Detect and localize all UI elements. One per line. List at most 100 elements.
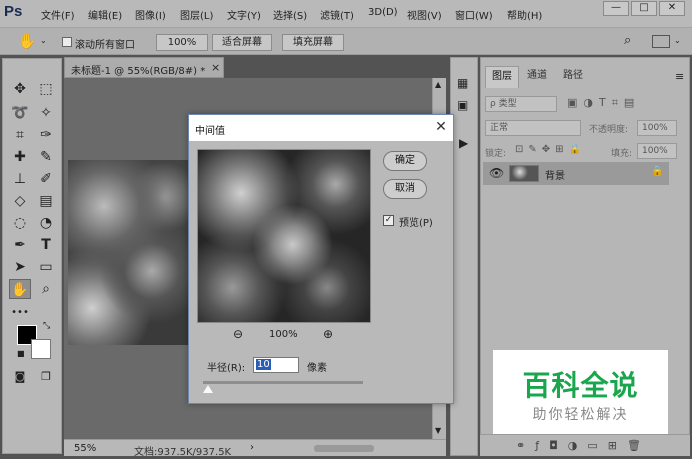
layer-name: 背景 <box>545 171 565 182</box>
close-window-button[interactable]: ✕ <box>659 1 685 16</box>
background-color-swatch[interactable] <box>31 339 51 359</box>
menu-help[interactable]: 帮助(H) <box>507 7 542 22</box>
dialog-titlebar: 中间值 ✕ <box>189 115 453 141</box>
menu-view[interactable]: 视图(V) <box>407 7 442 22</box>
blend-mode-select[interactable]: 正常 <box>485 120 581 136</box>
default-colors-icon[interactable]: ■ <box>17 349 25 358</box>
swap-colors-icon[interactable]: ⤡ <box>43 321 50 331</box>
scroll-all-windows-checkbox[interactable] <box>62 37 72 47</box>
layer-filter-select[interactable]: ρ 类型 <box>485 96 557 112</box>
screen-mode-icon[interactable]: ❐ <box>35 367 57 387</box>
zoom-tool-icon[interactable]: ⌕ <box>35 279 57 299</box>
menu-type[interactable]: 文字(Y) <box>227 7 261 22</box>
canvas-image[interactable] <box>68 160 188 345</box>
zoom-100-button[interactable]: 100% <box>156 34 208 51</box>
histogram-icon[interactable]: ▦ <box>457 76 468 90</box>
preview-zoom-level: 100% <box>269 329 298 340</box>
tab-paths[interactable]: 路径 <box>557 66 589 88</box>
menu-3d[interactable]: 3D(D) <box>368 7 398 18</box>
preview-label: 预览(P) <box>399 218 433 229</box>
ok-button[interactable]: 确定 <box>383 151 427 171</box>
tab-layers[interactable]: 图层 <box>485 66 519 88</box>
brush-tool-icon[interactable]: ✎ <box>35 147 57 167</box>
stamp-tool-icon[interactable]: ⊥ <box>9 169 31 189</box>
menu-select[interactable]: 选择(S) <box>273 7 307 22</box>
doc-size-info: 文档:937.5K/937.5K <box>134 447 232 458</box>
workspace-chevron-icon[interactable]: ⌄ <box>674 36 681 45</box>
preview-checkbox[interactable]: ✓ <box>383 215 394 226</box>
dialog-close-icon[interactable]: ✕ <box>432 118 450 136</box>
radius-input[interactable]: 10 <box>253 357 299 373</box>
layers-panel-footer: ⚭ƒ◘◑▭⊞🗑 <box>480 434 690 456</box>
fill-field[interactable]: 100% <box>637 143 677 159</box>
cancel-button[interactable]: 取消 <box>383 179 427 199</box>
gradient-tool-icon[interactable]: ▤ <box>35 191 57 211</box>
zoom-readout[interactable]: 55% <box>74 443 96 454</box>
fill-screen-button[interactable]: 填充屏幕 <box>282 34 344 51</box>
filter-icons-row[interactable]: ▣◑T⌗▤ <box>567 96 640 110</box>
dialog-title: 中间值 <box>195 126 225 137</box>
document-tab[interactable]: 未标题-1 @ 55%(RGB/8#) * × <box>64 57 224 78</box>
hand-tool-icon[interactable]: ✋ <box>18 32 37 50</box>
horizontal-scrollbar-thumb[interactable] <box>314 445 374 452</box>
blur-tool-icon[interactable]: ◌ <box>9 213 31 233</box>
hand-tool-active-icon[interactable]: ✋ <box>9 279 31 299</box>
crop-tool-icon[interactable]: ⌗ <box>9 125 31 145</box>
path-selection-icon[interactable]: ➤ <box>9 257 31 277</box>
layer-action-icons[interactable]: ⚭ƒ◘◑▭⊞🗑 <box>516 439 651 452</box>
status-arrow-icon[interactable]: › <box>250 442 254 453</box>
radius-value: 10 <box>256 359 271 370</box>
zoom-in-icon[interactable]: ⊕ <box>323 327 333 341</box>
more-tools-icon[interactable]: ••• <box>9 303 31 323</box>
eyedropper-icon[interactable]: ✑ <box>35 125 57 145</box>
healing-brush-icon[interactable]: ✚ <box>9 147 31 167</box>
maximize-button[interactable]: □ <box>631 1 657 16</box>
tools-panel: ✥ ⬚ ➰ ✧ ⌗ ✑ ✚ ✎ ⊥ ✐ ◇ ▤ ◌ ◔ ✒ T ➤ ▭ ✋ ⌕ … <box>2 58 62 454</box>
panel-menu-icon[interactable]: ≡ <box>675 70 684 83</box>
magic-wand-icon[interactable]: ✧ <box>35 103 57 123</box>
menu-window[interactable]: 窗口(W) <box>455 7 493 22</box>
minimize-button[interactable]: — <box>603 1 629 16</box>
scroll-all-windows-label: 滚动所有窗口 <box>75 40 135 51</box>
menu-bar: Ps 文件(F) 编辑(E) 图像(I) 图层(L) 文字(Y) 选择(S) 滤… <box>0 0 692 27</box>
menu-edit[interactable]: 编辑(E) <box>88 7 122 22</box>
workspace-icon[interactable] <box>652 35 670 48</box>
filter-preview[interactable] <box>197 149 371 323</box>
watermark-subtitle: 助你轻松解决 <box>532 407 629 423</box>
play-actions-icon[interactable]: ▶ <box>459 136 468 150</box>
chevron-down-icon[interactable]: ⌄ <box>40 36 47 45</box>
quick-mask-icon[interactable]: ◙ <box>9 367 31 387</box>
watermark-title: 百科全说 <box>522 369 639 402</box>
photoshop-logo: Ps <box>4 3 23 20</box>
menu-file[interactable]: 文件(F) <box>41 7 75 22</box>
properties-icon[interactable]: ▣ <box>457 98 468 112</box>
type-tool-icon[interactable]: T <box>35 235 57 255</box>
eraser-tool-icon[interactable]: ◇ <box>9 191 31 211</box>
dodge-tool-icon[interactable]: ◔ <box>35 213 57 233</box>
zoom-out-icon[interactable]: ⊖ <box>233 327 243 341</box>
visibility-eye-icon[interactable]: 👁 <box>489 166 504 180</box>
menu-layer[interactable]: 图层(L) <box>180 7 213 22</box>
opacity-field[interactable]: 100% <box>637 120 677 136</box>
fit-screen-button[interactable]: 适合屏幕 <box>212 34 272 51</box>
lasso-tool-icon[interactable]: ➰ <box>9 103 31 123</box>
menu-filter[interactable]: 滤镜(T) <box>320 7 354 22</box>
lock-icons-row[interactable]: ⊡✎✥⊞🔒 <box>515 144 586 155</box>
move-tool-icon[interactable]: ✥ <box>9 79 31 99</box>
marquee-tool-icon[interactable]: ⬚ <box>35 79 57 99</box>
scroll-down-icon[interactable]: ▼ <box>435 426 441 435</box>
watermark: 百科全说 助你轻松解决 <box>493 350 668 434</box>
document-close-icon[interactable]: × <box>211 61 220 74</box>
median-filter-dialog: 中间值 ✕ 确定 取消 ✓ 预览(P) ⊖ 100% ⊕ 半径(R): 10 像… <box>188 114 454 404</box>
scroll-up-icon[interactable]: ▲ <box>435 80 441 89</box>
layer-row[interactable]: 👁 背景 🔒 <box>483 162 669 185</box>
search-icon[interactable]: ⌕ <box>624 33 631 48</box>
tab-channels[interactable]: 通道 <box>521 66 553 88</box>
menu-image[interactable]: 图像(I) <box>135 7 166 22</box>
rectangle-tool-icon[interactable]: ▭ <box>35 257 57 277</box>
radius-slider-thumb[interactable] <box>203 385 214 393</box>
radius-slider-track[interactable] <box>203 381 363 384</box>
pen-tool-icon[interactable]: ✒ <box>9 235 31 255</box>
history-brush-icon[interactable]: ✐ <box>35 169 57 189</box>
lock-label: 锁定: <box>485 149 507 159</box>
